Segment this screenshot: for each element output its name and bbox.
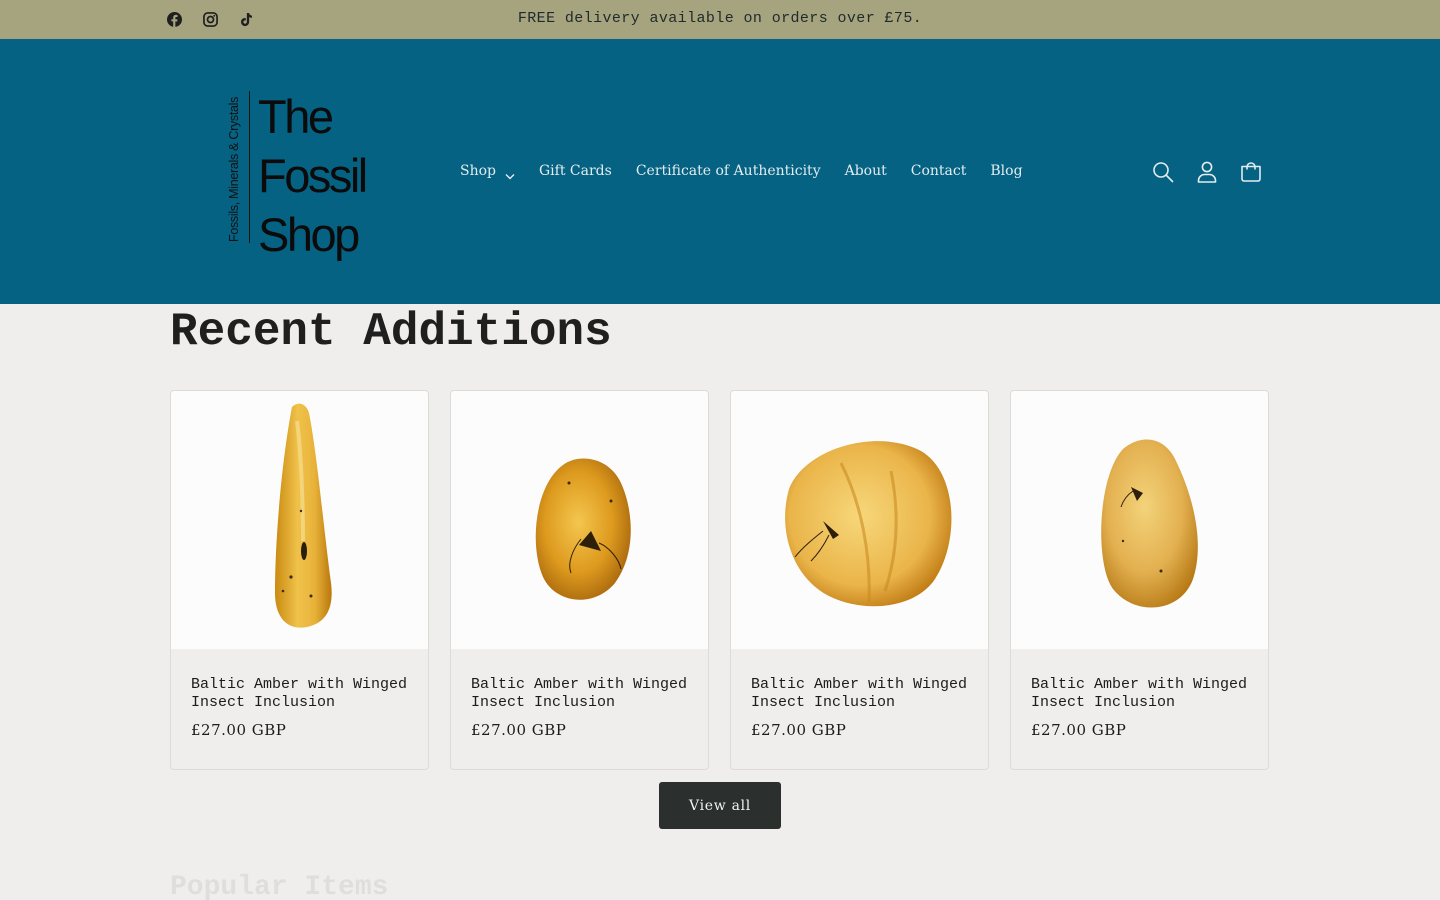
product-card[interactable]: Baltic Amber with Winged Insect Inclusio… [730,390,989,770]
nav-contact[interactable]: Contact [911,163,967,179]
product-image [731,391,988,649]
product-image [171,391,428,649]
logo-tagline: Fossils, Minerals & Crystals [222,87,246,247]
product-price: £27.00 GBP [1031,721,1127,739]
section-title-popular-items: Popular Items [170,872,389,900]
product-price: £27.00 GBP [191,721,287,739]
header-icons [1150,158,1264,186]
product-image [451,391,708,649]
nav-label: Gift Cards [539,163,612,179]
product-title[interactable]: Baltic Amber with Winged Insect Inclusio… [751,676,976,712]
chevron-down-icon [505,168,515,179]
product-grid: Baltic Amber with Winged Insect Inclusio… [170,390,1269,770]
nav-label: About [844,163,887,179]
account-icon[interactable] [1194,158,1220,186]
product-price: £27.00 GBP [751,721,847,739]
section-title-recent-additions: Recent Additions [170,306,612,358]
product-card[interactable]: Baltic Amber with Winged Insect Inclusio… [170,390,429,770]
nav-label: Certificate of Authenticity [635,163,821,179]
cart-icon[interactable] [1238,158,1264,186]
nav-gift-cards[interactable]: Gift Cards [539,163,612,179]
nav-certificate-of-authenticity[interactable]: Certificate of Authenticity [636,163,821,179]
search-icon[interactable] [1150,158,1176,186]
nav-blog[interactable]: Blog [990,163,1022,179]
svg-text:Fossils, Minerals & Crystals: Fossils, Minerals & Crystals [227,97,241,242]
nav-label: Contact [910,163,967,179]
product-title[interactable]: Baltic Amber with Winged Insect Inclusio… [1031,676,1256,712]
product-price: £27.00 GBP [471,721,567,739]
product-title[interactable]: Baltic Amber with Winged Insect Inclusio… [191,676,416,712]
site-header: Fossils, Minerals & Crystals The Fossil … [0,39,1440,304]
nav-label: Blog [990,163,1023,179]
nav-about[interactable]: About [845,163,887,179]
product-image [1011,391,1268,649]
product-title[interactable]: Baltic Amber with Winged Insect Inclusio… [471,676,696,712]
nav-label: Shop [460,163,496,179]
nav-shop[interactable]: Shop [460,163,515,179]
logo-word: Shop [258,208,360,261]
logo-wordmark: The Fossil Shop [258,87,368,264]
logo-word: The [258,90,334,143]
main-nav: Shop Gift Cards Certificate of Authentic… [460,159,1023,183]
site-logo[interactable]: Fossils, Minerals & Crystals The Fossil … [222,87,372,261]
view-all-button[interactable]: View all [659,782,781,829]
logo-word: Fossil [258,149,368,202]
announcement-bar: FREE delivery available on orders over £… [0,0,1440,39]
announcement-text: FREE delivery available on orders over £… [517,10,923,27]
logo-divider [249,91,250,243]
product-card[interactable]: Baltic Amber with Winged Insect Inclusio… [1010,390,1269,770]
product-card[interactable]: Baltic Amber with Winged Insect Inclusio… [450,390,709,770]
